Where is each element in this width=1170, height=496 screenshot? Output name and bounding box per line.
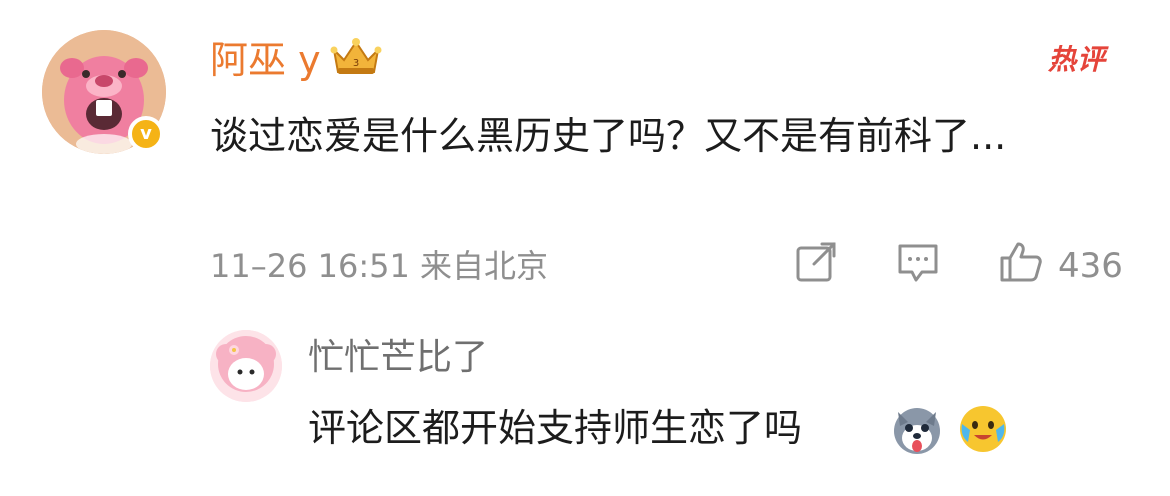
- husky-dog-emoji: [890, 402, 944, 456]
- reply-username[interactable]: 忙忙芒比了: [308, 336, 488, 380]
- reply-text: 评论区都开始支持师生恋了吗: [308, 406, 803, 450]
- commenter-username[interactable]: 阿巫 y: [210, 38, 321, 82]
- verified-badge-icon: v: [128, 116, 164, 152]
- crown-level-icon: 3: [328, 36, 384, 78]
- svg-text:3: 3: [353, 58, 359, 69]
- like-count: 436: [1058, 246, 1123, 286]
- hot-comment-tag: 热评: [1048, 43, 1107, 76]
- comment-icon[interactable]: [894, 238, 942, 286]
- tearful-smile-emoji: [956, 402, 1010, 456]
- comment-text: 谈过恋爱是什么黑历史了吗？又不是有前科了...: [210, 114, 1007, 158]
- sheep-girl-avatar-art: [210, 330, 282, 402]
- comment-meta: 11–26 16:51 来自北京: [210, 247, 549, 285]
- repost-icon[interactable]: [792, 238, 840, 286]
- like-icon[interactable]: [996, 238, 1044, 286]
- reply-avatar[interactable]: [210, 330, 282, 402]
